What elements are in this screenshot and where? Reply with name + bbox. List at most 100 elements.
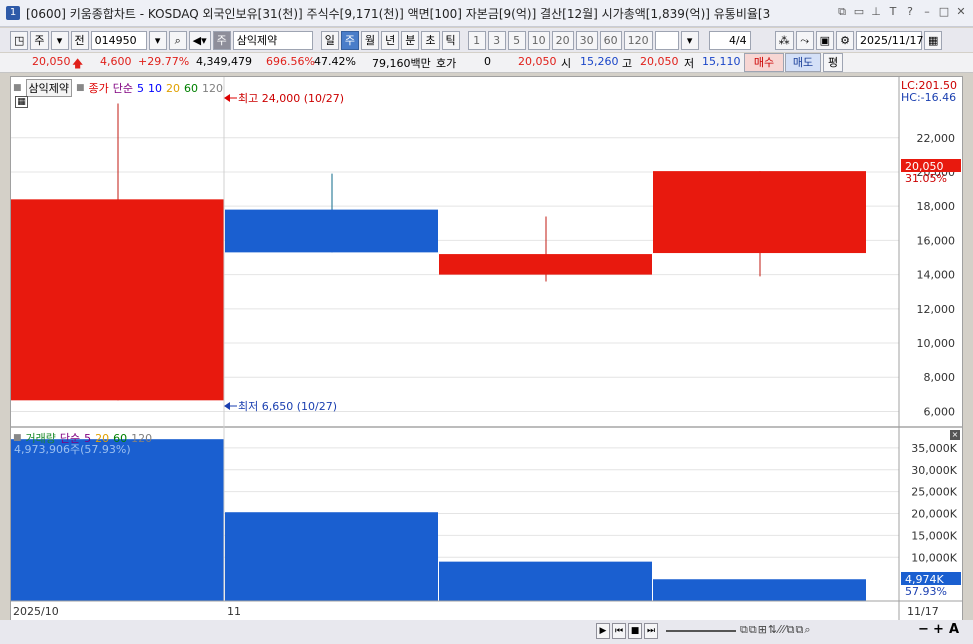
interval-1[interactable]: 1 (467, 30, 486, 50)
chart-canvas[interactable]: 6,000 8,000 10,000 12,000 14,000 16,000 18,000… (11, 77, 962, 621)
page-indicator[interactable]: 4/4 (708, 30, 751, 50)
help-icon[interactable]: ? (904, 5, 916, 19)
period-week[interactable]: 주 (340, 30, 360, 50)
close-icon[interactable]: ✕ (955, 5, 967, 19)
volume-legend-ma-5[interactable]: 5 (84, 432, 91, 445)
window-controls: ⧉ ▭ ⊥ T ? – □ ✕ (836, 5, 967, 19)
title-bar: 1 [0600] 키움종합차트 - KOSDAQ 외국인보유[31(천)] 주식… (0, 0, 973, 27)
stock-name-field[interactable]: 삼익제약 (232, 30, 313, 50)
minimize-icon[interactable]: – (921, 5, 933, 19)
interval-30[interactable]: 30 (575, 30, 598, 50)
gear-icon[interactable]: ⚙ (836, 30, 855, 50)
open-price: 15,260 (580, 55, 619, 68)
date-input[interactable]: 2025/11/17 (856, 30, 923, 50)
price-tick-label: 22,000 (917, 132, 956, 145)
close-pane-icon[interactable]: × (950, 430, 960, 440)
indicator-icon[interactable]: ⁂ (774, 30, 794, 50)
legend-square-icon: ■ (13, 433, 22, 443)
sell-button[interactable]: 매도 (785, 53, 821, 72)
stop-icon[interactable]: ■ (628, 623, 642, 639)
price-candles (11, 103, 866, 401)
volume-legend-ma-120[interactable]: 120 (131, 432, 152, 445)
candle-body (11, 199, 224, 401)
interval-120[interactable]: 120 (623, 30, 653, 50)
legend-stock-name[interactable]: 삼익제약 (25, 79, 72, 97)
hc-label: HC:-16.46 (901, 91, 956, 104)
interval-5[interactable]: 5 (507, 30, 526, 50)
low-label: 저 (684, 57, 695, 70)
volume-legend-ma-label[interactable]: 단순 (60, 430, 80, 446)
layout-icon[interactable]: ◳ (10, 30, 29, 50)
link-icon[interactable]: ⧉ (836, 5, 848, 19)
interval-3[interactable]: 3 (487, 30, 506, 50)
chevron-down-icon[interactable]: ▾ (148, 30, 167, 50)
dropdown-icon[interactable]: ▾ (50, 30, 69, 50)
legend-ma-20[interactable]: 20 (166, 82, 180, 95)
search-icon[interactable]: ⌕ (168, 30, 187, 50)
volume-tick-label: 20,000K (911, 508, 957, 521)
low-annotation-label: 최저 6,650 (10/27) (238, 400, 337, 413)
volume-tick-label: 25,000K (911, 486, 957, 499)
zoom-slider[interactable] (666, 630, 736, 632)
interval-10[interactable]: 10 (527, 30, 550, 50)
legend-ma-120[interactable]: 120 (202, 82, 223, 95)
high-label: 고 (622, 57, 633, 70)
volume-bar (225, 512, 438, 601)
volume-legend-ma-20[interactable]: 20 (95, 432, 109, 445)
chevron-down-icon[interactable]: ▾ (680, 30, 699, 50)
volume-legend-ma-60[interactable]: 60 (113, 432, 127, 445)
price-tick-label: 6,000 (924, 405, 956, 418)
font-icon[interactable]: T (887, 5, 899, 19)
volume-legend[interactable]: ■ 거래량 단순 5 20 60 120 (13, 430, 152, 446)
legend-ma-label[interactable]: 단순 (113, 80, 133, 96)
legend-ma-60[interactable]: 60 (184, 82, 198, 95)
scroll-first-icon[interactable]: ⏮ (612, 623, 626, 639)
custom-interval-input[interactable] (654, 30, 679, 50)
scroll-last-icon[interactable]: ⏭ (644, 623, 658, 639)
period-tick[interactable]: 틱 (441, 30, 460, 50)
copy-icon[interactable]: ▭ (853, 5, 865, 19)
volume-tick-label: 30,000K (911, 464, 957, 477)
volume-tick-label: 15,000K (911, 529, 957, 542)
high-price: 20,050 (640, 55, 679, 68)
volume-legend-name[interactable]: 거래량 (26, 430, 56, 446)
price-tick-label: 14,000 (917, 269, 956, 282)
calendar-icon[interactable]: ▦ (924, 30, 943, 50)
interval-60[interactable]: 60 (599, 30, 622, 50)
legend-ma-10[interactable]: 10 (148, 82, 162, 95)
save-icon[interactable]: ▣ (815, 30, 835, 50)
pin-icon[interactable]: ⊥ (870, 5, 882, 19)
period-second[interactable]: 초 (421, 30, 440, 50)
arrow-up-icon: 🡅 (72, 57, 84, 70)
volume-tick-label: 35,000K (911, 442, 957, 455)
stock-code-input[interactable]: 014950 (90, 30, 147, 50)
data-table-icon[interactable]: ▦ (15, 96, 28, 108)
prev-button[interactable]: 전 (70, 30, 89, 50)
zoom-out-icon[interactable]: − (918, 622, 929, 637)
period-year[interactable]: 년 (381, 30, 400, 50)
chart-tool-icons[interactable]: ⧉⧉⊞⇅⁄⁄⁄⧉⧉⌕ (740, 623, 812, 637)
scroll-right-icon[interactable]: ▶ (596, 623, 610, 639)
buy-button[interactable]: 매수 (744, 53, 784, 72)
font-size-icon[interactable]: A (949, 622, 959, 637)
window-number-badge: 1 (6, 6, 20, 20)
period-minute[interactable]: 분 (401, 30, 420, 50)
interval-20[interactable]: 20 (551, 30, 574, 50)
trade-amount: 79,160백만 (372, 57, 431, 70)
legend-close-label[interactable]: 종가 (89, 80, 109, 96)
period-day[interactable]: 일 (320, 30, 339, 50)
market-type-select[interactable]: 주 (30, 30, 49, 50)
period-month[interactable]: 월 (361, 30, 380, 50)
chart-area[interactable]: 6,000 8,000 10,000 12,000 14,000 16,000 18,000… (10, 76, 963, 622)
maximize-icon[interactable]: □ (938, 5, 950, 19)
high-annotation: 최고 24,000 (10/27) (224, 92, 344, 105)
legend-ma-5[interactable]: 5 (137, 82, 144, 95)
eval-button[interactable]: 평 (823, 53, 843, 72)
window-title: [0600] 키움종합차트 - KOSDAQ 외국인보유[31(천)] 주식수[… (26, 6, 771, 21)
low-annotation: 최저 6,650 (10/27) (224, 400, 337, 413)
price-legend[interactable]: ■ 삼익제약 ■ 종가 단순 5 10 20 60 120 (13, 79, 223, 97)
zoom-in-icon[interactable]: + (933, 622, 944, 637)
volume-bar (11, 439, 224, 601)
speaker-icon[interactable]: ◀▾ (188, 30, 211, 50)
draw-icon[interactable]: ⤳ (795, 30, 814, 50)
